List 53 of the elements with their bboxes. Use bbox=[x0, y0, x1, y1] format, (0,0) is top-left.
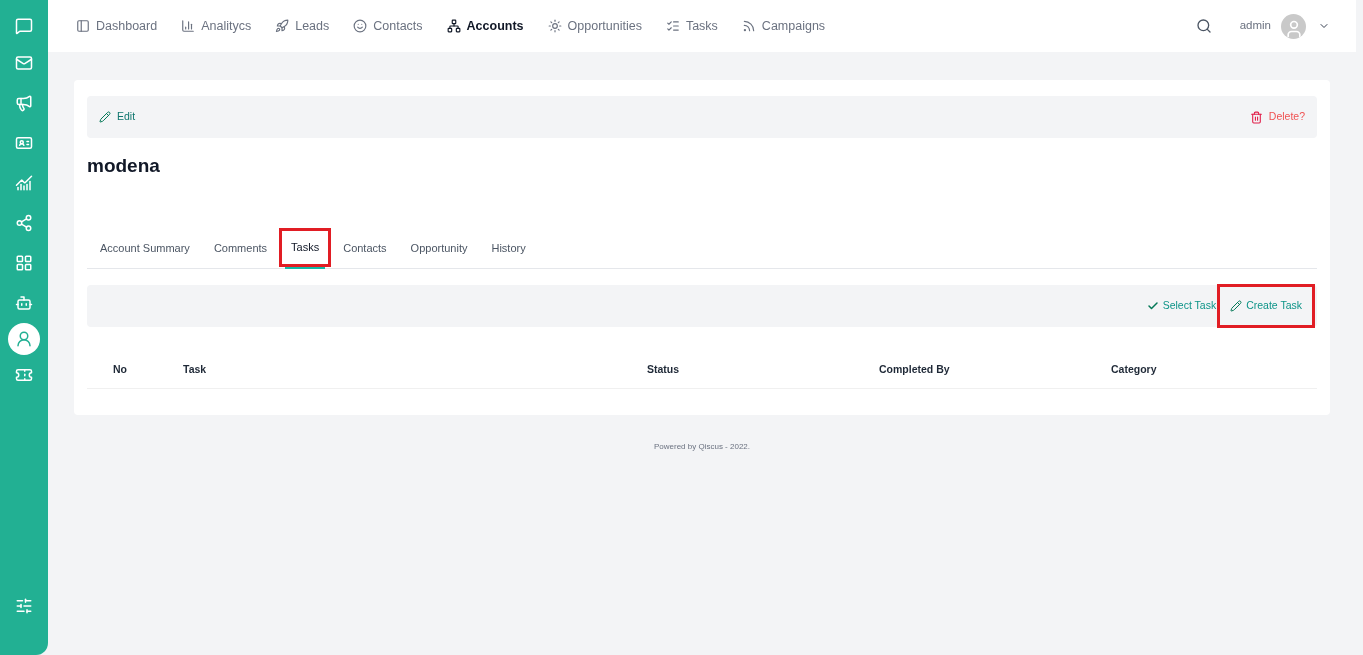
nav-link[interactable]: Dashboard bbox=[76, 16, 158, 36]
megaphone-icon bbox=[15, 94, 33, 112]
grid-icon bbox=[15, 254, 33, 272]
action-button[interactable]: Select Task bbox=[1145, 297, 1218, 314]
user-icon bbox=[15, 330, 33, 348]
nav-link[interactable]: Opportunities bbox=[547, 16, 642, 36]
column-header: No bbox=[113, 363, 127, 376]
tab[interactable]: Tasks bbox=[279, 227, 332, 267]
robot-icon bbox=[15, 294, 33, 312]
mail-icon bbox=[15, 54, 33, 72]
nav-link[interactable]: Accounts bbox=[446, 16, 524, 36]
column-header: Completed By bbox=[879, 363, 950, 376]
tab[interactable]: Contacts bbox=[331, 228, 399, 268]
account-title: modena bbox=[87, 154, 161, 178]
bar-chart-icon bbox=[181, 19, 196, 33]
tab[interactable]: History bbox=[479, 228, 538, 268]
pencil-icon bbox=[99, 111, 111, 123]
nav-link[interactable]: Tasks bbox=[665, 16, 718, 36]
tab-underline bbox=[285, 266, 326, 269]
network-icon bbox=[446, 19, 461, 33]
user-name: admin bbox=[1239, 18, 1271, 34]
nav-link[interactable]: Leads bbox=[275, 16, 330, 36]
column-header: Task bbox=[183, 363, 207, 376]
checklist-icon bbox=[665, 19, 680, 33]
id-card-icon bbox=[15, 134, 33, 152]
column-header: Status bbox=[647, 363, 680, 376]
sidebar-item[interactable] bbox=[8, 323, 40, 355]
share-icon bbox=[15, 214, 33, 232]
avatar[interactable] bbox=[1281, 13, 1306, 39]
trash-icon bbox=[1249, 110, 1263, 124]
ticket-icon bbox=[15, 366, 33, 384]
column-header: Category bbox=[1111, 363, 1157, 376]
delete-button[interactable]: Delete? bbox=[1249, 109, 1305, 125]
settings-icon[interactable] bbox=[15, 597, 33, 615]
pencil-icon bbox=[1230, 299, 1243, 312]
panel-icon bbox=[76, 19, 90, 33]
footer-text: Powered by Qiscus - 2022. bbox=[653, 440, 750, 453]
rss-icon bbox=[741, 19, 756, 33]
sun-icon bbox=[547, 19, 562, 33]
chat-logo-icon[interactable] bbox=[15, 17, 33, 35]
smile-icon bbox=[353, 19, 368, 33]
check-icon bbox=[1146, 299, 1159, 312]
search-icon[interactable] bbox=[1195, 18, 1212, 34]
nav-link[interactable]: Analitycs bbox=[181, 16, 252, 36]
rocket-icon bbox=[275, 19, 290, 33]
tab[interactable]: Account Summary bbox=[88, 228, 202, 268]
nav-link[interactable]: Campaigns bbox=[741, 16, 826, 36]
action-button[interactable]: Create Task bbox=[1217, 283, 1315, 328]
edit-button[interactable]: Edit bbox=[99, 109, 136, 125]
tab[interactable]: Opportunity bbox=[398, 228, 480, 268]
nav-link[interactable]: Contacts bbox=[353, 16, 423, 36]
chart-icon bbox=[15, 174, 33, 192]
tab[interactable]: Comments bbox=[201, 228, 280, 268]
